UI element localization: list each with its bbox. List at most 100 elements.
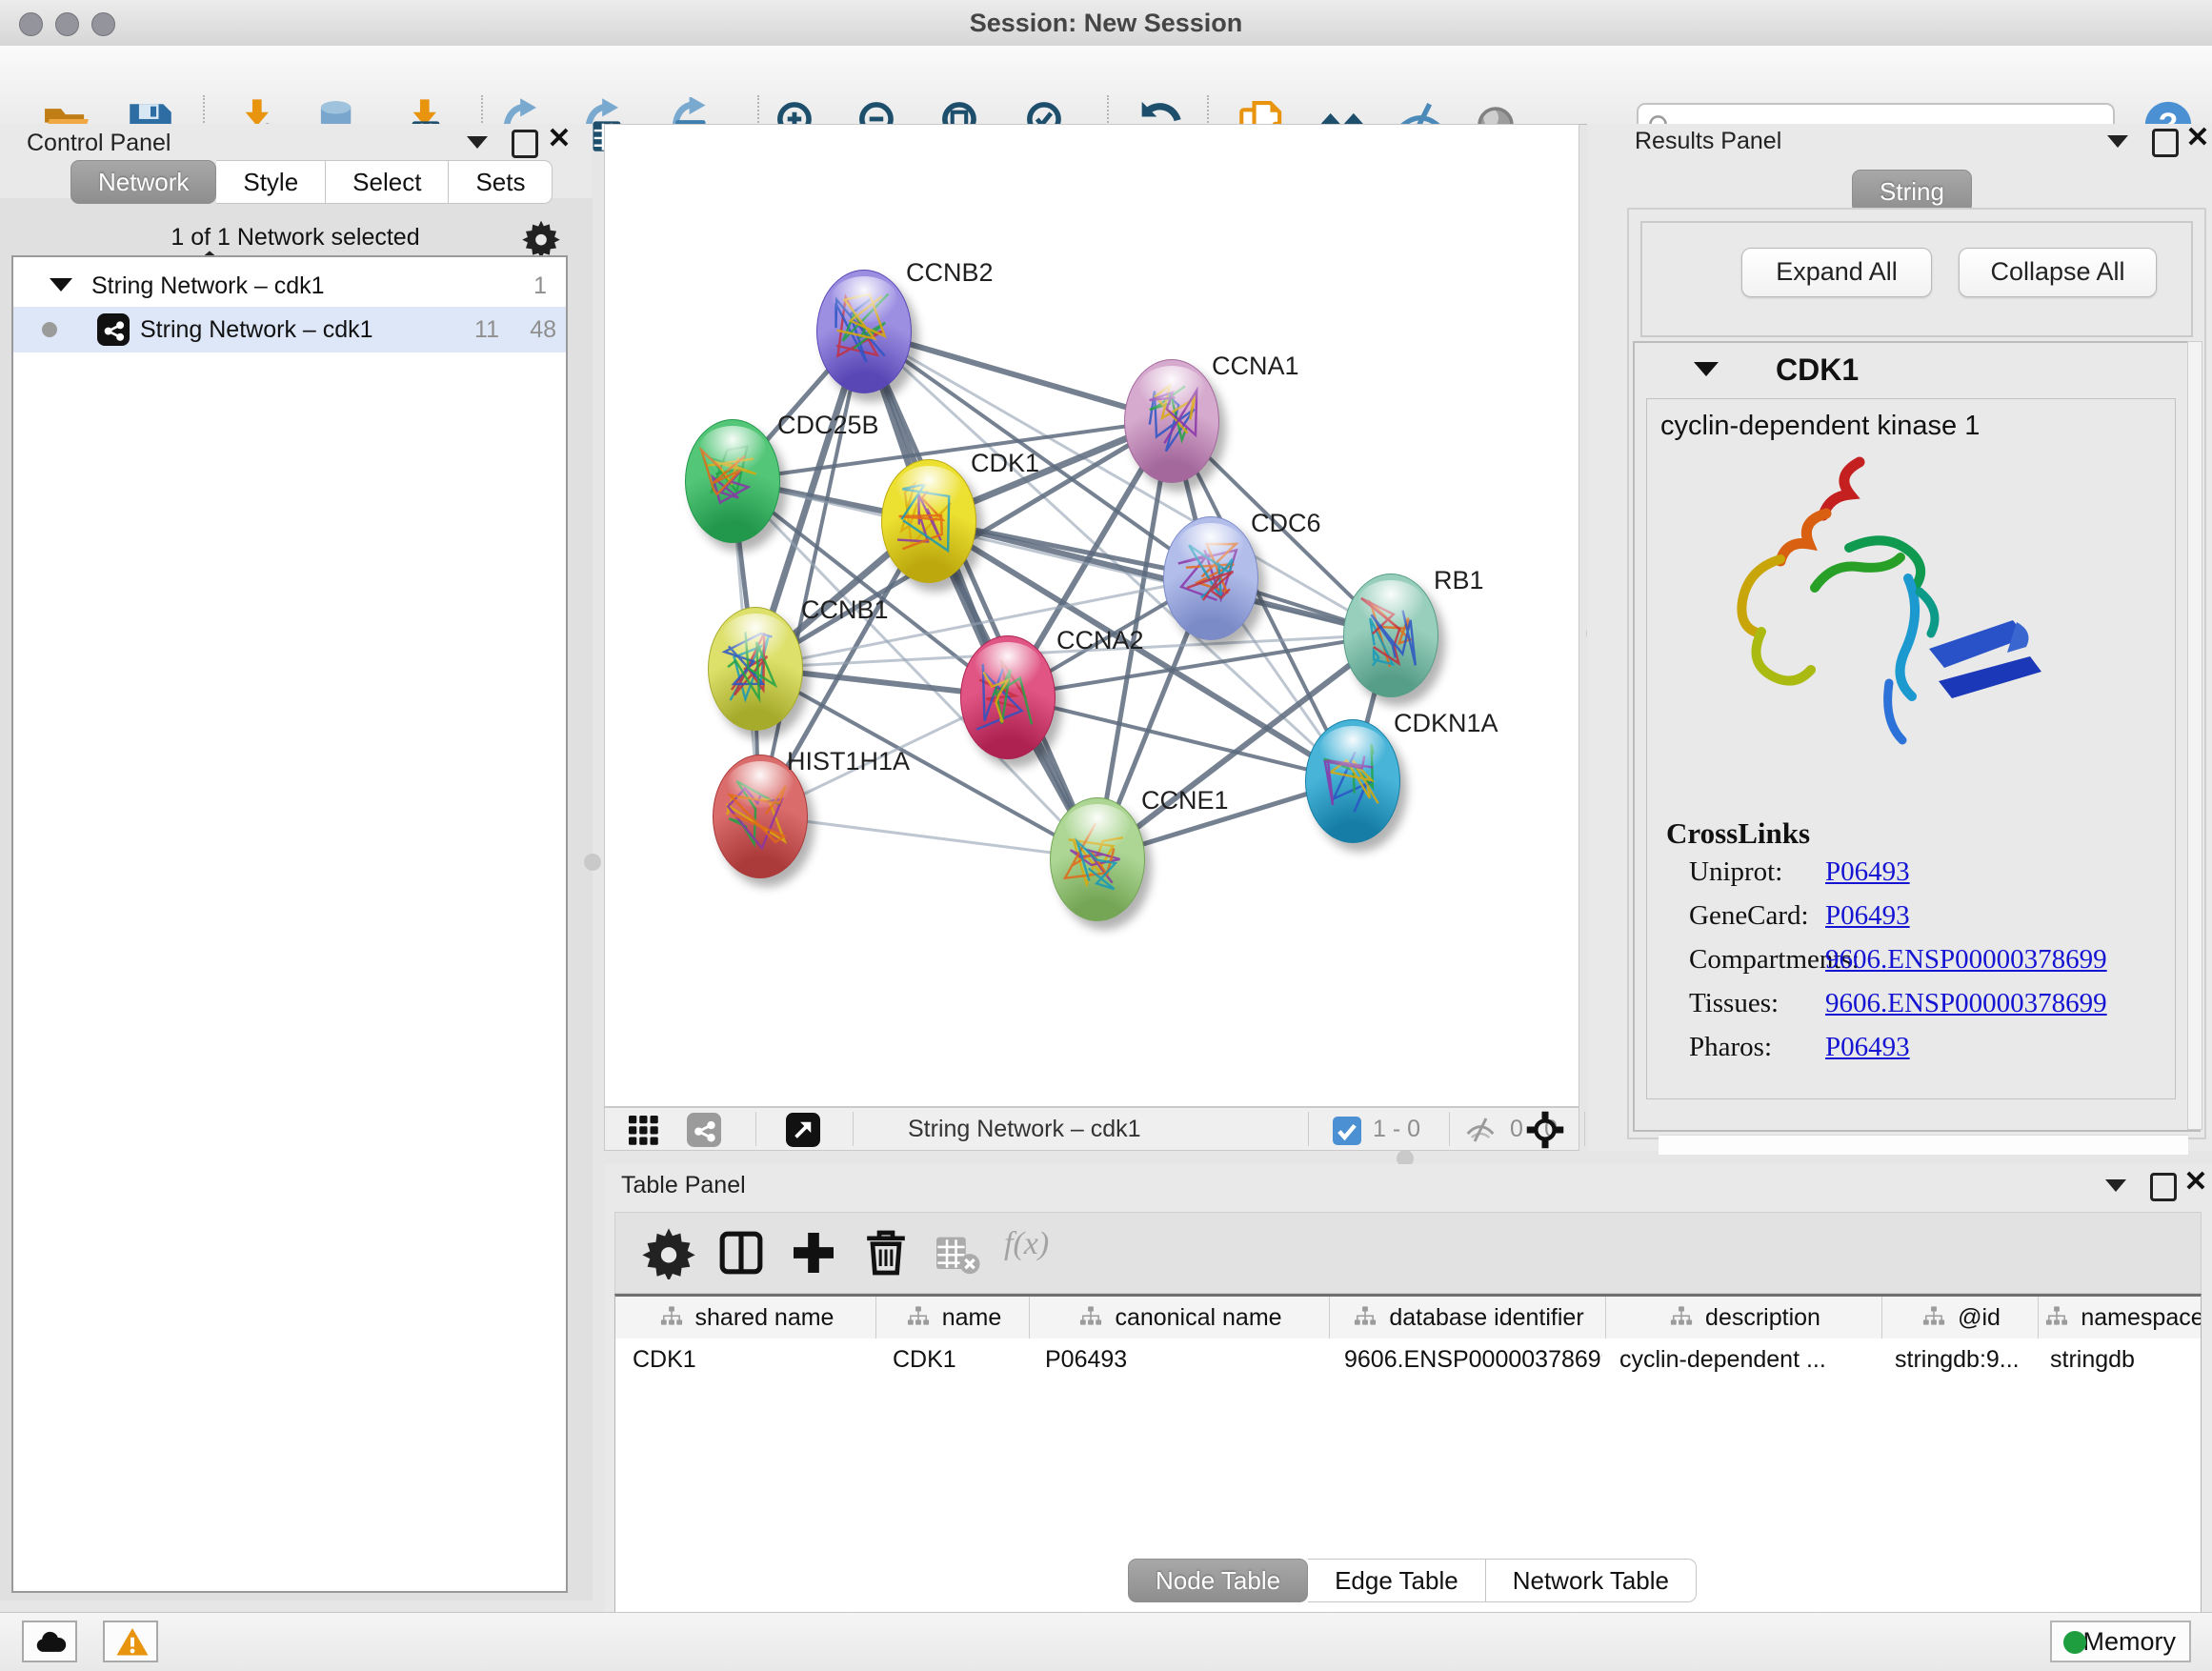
cell-id: stringdb:9... xyxy=(1878,1339,2033,1380)
column-header-description[interactable]: description xyxy=(1606,1297,1882,1339)
crosslink-link[interactable]: 9606.ENSP00000378699 xyxy=(1825,944,2107,976)
delete-column-icon[interactable] xyxy=(859,1226,913,1279)
network-tree: String Network – cdk1 1 String Network –… xyxy=(11,255,568,1593)
column-label: @id xyxy=(1958,1304,2001,1332)
node-cdk1[interactable] xyxy=(881,459,976,583)
table-tabs: Node TableEdge TableNetwork Table xyxy=(1128,1559,1697,1602)
memory-label: Memory xyxy=(2082,1627,2176,1656)
collapse-all-button[interactable]: Collapse All xyxy=(1959,248,2157,297)
results-vscrollbar[interactable] xyxy=(2187,341,2202,1130)
node-ccna1[interactable] xyxy=(1124,359,1219,483)
hierarchy-icon xyxy=(1351,1304,1379,1331)
node-rb1[interactable] xyxy=(1343,574,1438,697)
node-gloss xyxy=(727,761,794,808)
node-label-rb1: RB1 xyxy=(1434,566,1484,595)
crosslink-row: Uniprot: P06493 xyxy=(1689,856,2165,900)
gene-symbol: CDK1 xyxy=(1776,352,1859,388)
view-network-name: String Network – cdk1 xyxy=(908,1116,1141,1143)
cloud-button[interactable] xyxy=(22,1621,77,1662)
network-row[interactable]: String Network – cdk1 11 48 xyxy=(13,307,566,352)
node-gloss xyxy=(975,642,1042,689)
tab-node-table[interactable]: Node Table xyxy=(1128,1559,1308,1602)
hierarchy-icon xyxy=(1076,1304,1105,1331)
float-panel-icon[interactable] xyxy=(2149,126,2182,158)
crosslink-link[interactable]: P06493 xyxy=(1825,856,1910,888)
table-row[interactable]: CDK1CDK1P064939606.ENSP00000378699cyclin… xyxy=(615,1339,2201,1380)
node-ccnb2[interactable] xyxy=(816,270,912,393)
crosslink-label: Tissues: xyxy=(1689,988,1779,1019)
cell-description: cyclin-dependent ... xyxy=(1602,1339,1878,1380)
warning-button[interactable] xyxy=(103,1621,158,1662)
tab-sets[interactable]: Sets xyxy=(449,160,553,204)
network-selection-status: 1 of 1 Network selected xyxy=(8,224,583,252)
gear-icon[interactable] xyxy=(522,219,560,257)
main-toolbar: ? xyxy=(0,46,2212,125)
collection-label: String Network – cdk1 xyxy=(91,272,325,300)
tab-style[interactable]: Style xyxy=(216,160,326,204)
float-panel-icon[interactable] xyxy=(509,127,541,159)
tab-edge-table[interactable]: Edge Table xyxy=(1308,1559,1486,1602)
node-label-cdc25b: CDC25B xyxy=(777,411,879,440)
add-column-icon[interactable] xyxy=(787,1226,840,1279)
edge-count: 48 xyxy=(499,316,556,344)
node-cdkn1a[interactable] xyxy=(1305,719,1400,843)
section-expander-icon[interactable] xyxy=(1694,362,1719,376)
crosslink-link[interactable]: P06493 xyxy=(1825,900,1910,932)
tree-expander-icon[interactable] xyxy=(50,278,72,292)
hierarchy-icon xyxy=(657,1304,686,1331)
node-label-cdkn1a: CDKN1A xyxy=(1394,709,1498,738)
close-panel-icon[interactable]: ✕ xyxy=(2180,1170,2212,1202)
column-header-namespace[interactable]: namespace xyxy=(2039,1297,2201,1339)
tab-network[interactable]: Network xyxy=(70,160,216,204)
crosslink-label: GeneCard: xyxy=(1689,900,1809,932)
node-ccne1[interactable] xyxy=(1050,797,1145,921)
crosslink-link[interactable]: 9606.ENSP00000378699 xyxy=(1825,988,2107,1019)
column-header-canonicalname[interactable]: canonical name xyxy=(1030,1297,1330,1339)
gene-details-box: cyclin-dependent kinase 1 CrossLinks Uni… xyxy=(1646,398,2176,1099)
column-header-sharedname[interactable]: shared name xyxy=(615,1297,876,1339)
node-gloss xyxy=(831,276,898,323)
birdseye-grid-icon[interactable] xyxy=(626,1113,660,1147)
gene-section-header[interactable]: CDK1 xyxy=(1635,343,2199,396)
node-ccna2[interactable] xyxy=(960,635,1056,759)
node-cdc6[interactable] xyxy=(1163,516,1258,640)
column-header-databaseidentifier[interactable]: database identifier xyxy=(1330,1297,1606,1339)
memory-button[interactable]: Memory xyxy=(2050,1621,2191,1662)
results-panel: Results Panel ✕ String Expand All Collap… xyxy=(1587,124,2212,1151)
column-header-name[interactable]: name xyxy=(876,1297,1030,1339)
close-panel-icon[interactable]: ✕ xyxy=(2182,126,2212,158)
results-hscrollbar[interactable] xyxy=(1659,1135,2188,1155)
tab-network-table[interactable]: Network Table xyxy=(1486,1559,1697,1602)
table-settings-gear-icon[interactable] xyxy=(642,1226,695,1279)
panel-menu-icon[interactable] xyxy=(2101,130,2134,162)
tab-select[interactable]: Select xyxy=(326,160,449,204)
edge[interactable] xyxy=(863,331,1096,858)
column-header-id[interactable]: @id xyxy=(1882,1297,2039,1339)
delete-table-icon xyxy=(930,1226,983,1279)
node-ccnb1[interactable] xyxy=(708,607,803,731)
float-panel-icon[interactable] xyxy=(2147,1170,2180,1202)
crosslink-link[interactable]: P06493 xyxy=(1825,1032,1910,1063)
selected-checkbox-icon[interactable] xyxy=(1333,1117,1361,1145)
crosslink-label: Pharos: xyxy=(1689,1032,1772,1063)
fit-content-icon[interactable] xyxy=(1525,1110,1565,1150)
panel-splitter-handle[interactable] xyxy=(584,854,601,871)
open-in-new-icon[interactable] xyxy=(786,1113,820,1147)
cell-canonicalname: P06493 xyxy=(1028,1339,1327,1380)
node-cdc25b[interactable] xyxy=(685,419,780,543)
panel-menu-icon[interactable] xyxy=(461,131,493,163)
network-canvas[interactable]: CCNB2 CCNA1 CDC25B CDK1 CDC6 RB1 CCNB1 C… xyxy=(604,124,1579,1107)
close-panel-icon[interactable]: ✕ xyxy=(543,127,575,159)
hierarchy-icon xyxy=(904,1304,933,1331)
expand-all-button[interactable]: Expand All xyxy=(1741,248,1932,297)
string-view-icon[interactable] xyxy=(687,1113,721,1147)
status-bar: Memory xyxy=(0,1612,2212,1671)
network-view-toolbar: String Network – cdk1 1 - 0 0 - 0 xyxy=(604,1107,1579,1151)
node-label-ccna2: CCNA2 xyxy=(1056,626,1144,655)
node-label-ccnb2: CCNB2 xyxy=(906,258,994,288)
network-collection-row[interactable]: String Network – cdk1 1 xyxy=(13,265,566,307)
show-columns-icon[interactable] xyxy=(714,1226,768,1279)
protein-structure-image xyxy=(1693,445,2093,788)
edge[interactable] xyxy=(759,815,1096,858)
panel-menu-icon[interactable] xyxy=(2100,1174,2132,1206)
